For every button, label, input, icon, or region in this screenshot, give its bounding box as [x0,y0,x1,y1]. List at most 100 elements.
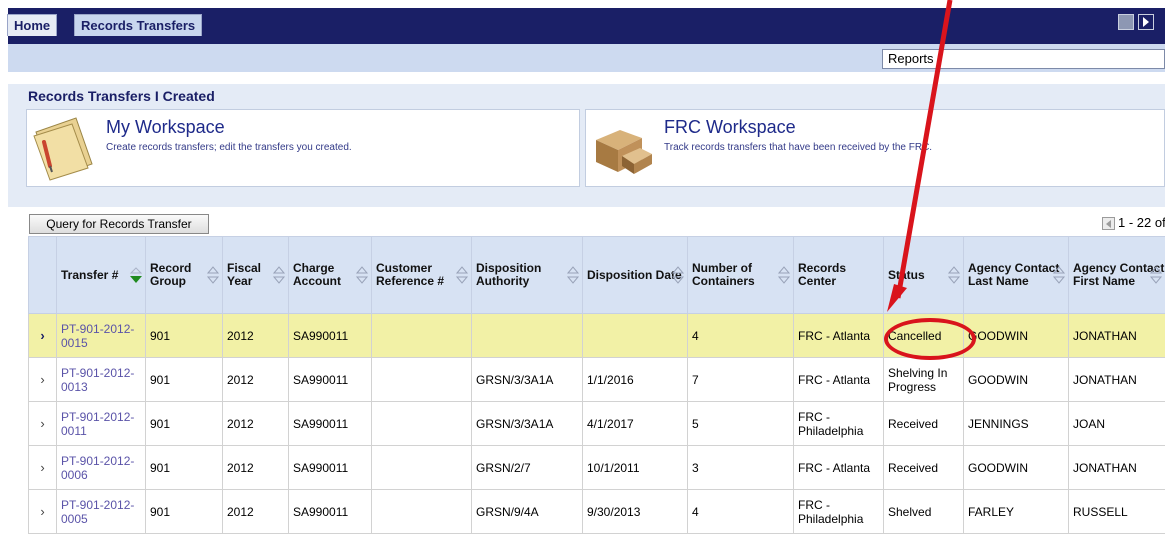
header-disposition-date[interactable]: Disposition Date [583,237,688,314]
transfer-link[interactable]: PT-901-2012-0005 [61,498,134,526]
workspace-section-title: Records Transfers I Created [28,88,215,104]
cell-status: Shelved [884,490,964,534]
header-label: Transfer # [61,268,118,282]
cell-disposition-date: 9/30/2013 [583,490,688,534]
grid-icon[interactable] [1118,14,1134,30]
sort-icon[interactable] [272,265,286,285]
cell-fiscal-year: 2012 [223,490,289,534]
sort-icon[interactable] [206,265,220,285]
pager-status: 1 - 22 of 22 [1118,215,1165,230]
sort-desc-active-icon[interactable] [129,265,143,285]
row-expand-icon[interactable]: › [29,446,57,490]
cell-customer-reference [372,358,472,402]
header-label: Fiscal Year [227,261,261,288]
reports-select[interactable]: Reports [882,49,1165,69]
cell-disposition-date: 1/1/2016 [583,358,688,402]
header-label: Charge Account [293,261,341,288]
cell-contact-first-name: RUSSELL [1069,490,1165,534]
cell-disposition-date: 10/1/2011 [583,446,688,490]
cell-fiscal-year: 2012 [223,446,289,490]
cell-fiscal-year: 2012 [223,314,289,358]
cell-transfer-number[interactable]: PT-901-2012-0006 [57,446,146,490]
pager-prev-icon[interactable] [1102,217,1115,230]
header-label: Agency Contact Last Name [968,261,1059,288]
tab-records-transfers[interactable]: Records Transfers [74,14,202,36]
tab-home[interactable]: Home [7,14,57,36]
header-fiscal-year[interactable]: Fiscal Year [223,237,289,314]
cell-disposition-authority: GRSN/9/4A [472,490,583,534]
table-row[interactable]: › PT-901-2012-0005 901 2012 SA990011 GRS… [29,490,1165,534]
header-label: Disposition Date [587,268,682,282]
header-agency-contact-last-name[interactable]: Agency Contact Last Name [964,237,1069,314]
cell-status: Shelving In Progress [884,358,964,402]
cell-customer-reference [372,446,472,490]
sort-icon[interactable] [455,265,469,285]
folder-pencil-icon [30,112,96,182]
sort-icon[interactable] [671,265,685,285]
frc-workspace-link[interactable]: FRC Workspace [664,117,796,138]
cell-customer-reference [372,314,472,358]
cell-number-of-containers: 5 [688,402,794,446]
cell-contact-first-name: JOAN [1069,402,1165,446]
header-customer-reference[interactable]: Customer Reference # [372,237,472,314]
sort-icon[interactable] [777,265,791,285]
query-records-transfer-button[interactable]: Query for Records Transfer [29,214,209,234]
cell-contact-first-name: JONATHAN [1069,446,1165,490]
my-workspace-description: Create records transfers; edit the trans… [106,142,352,153]
play-icon[interactable] [1138,14,1154,30]
cell-customer-reference [372,402,472,446]
row-expand-icon[interactable]: › [29,490,57,534]
transfer-link[interactable]: PT-901-2012-0015 [61,322,134,350]
transfer-link[interactable]: PT-901-2012-0006 [61,454,134,482]
cell-fiscal-year: 2012 [223,358,289,402]
cell-charge-account: SA990011 [289,490,372,534]
cell-number-of-containers: 4 [688,314,794,358]
row-expand-icon[interactable]: › [29,314,57,358]
header-number-of-containers[interactable]: Number of Containers [688,237,794,314]
header-record-group[interactable]: Record Group [146,237,223,314]
cell-contact-first-name: JONATHAN [1069,314,1165,358]
header-charge-account[interactable]: Charge Account [289,237,372,314]
header-records-center[interactable]: Records Center [794,237,884,314]
cell-fiscal-year: 2012 [223,402,289,446]
cell-transfer-number[interactable]: PT-901-2012-0005 [57,490,146,534]
sort-icon[interactable] [566,265,580,285]
header-label: Status [888,268,925,282]
table-row[interactable]: › PT-901-2012-0006 901 2012 SA990011 GRS… [29,446,1165,490]
cell-disposition-authority: GRSN/3/3A1A [472,358,583,402]
header-label: Customer Reference # [376,261,444,288]
cell-customer-reference [372,490,472,534]
cell-disposition-date: 4/1/2017 [583,402,688,446]
cell-record-group: 901 [146,358,223,402]
sort-icon[interactable] [1052,265,1066,285]
cell-number-of-containers: 3 [688,446,794,490]
header-label: Record Group [150,261,191,288]
table-row-selected[interactable]: › PT-901-2012-0015 901 2012 SA990011 4 F… [29,314,1165,358]
cell-number-of-containers: 7 [688,358,794,402]
cell-transfer-number[interactable]: PT-901-2012-0013 [57,358,146,402]
transfer-link[interactable]: PT-901-2012-0013 [61,366,134,394]
header-label: Disposition Authority [476,261,541,288]
cell-contact-last-name: GOODWIN [964,446,1069,490]
header-status[interactable]: Status [884,237,964,314]
header-disposition-authority[interactable]: Disposition Authority [472,237,583,314]
sort-icon[interactable] [947,265,961,285]
row-expand-icon[interactable]: › [29,358,57,402]
cell-contact-last-name: JENNINGS [964,402,1069,446]
cell-transfer-number[interactable]: PT-901-2012-0015 [57,314,146,358]
transfer-link[interactable]: PT-901-2012-0011 [61,410,134,438]
header-selector [29,237,57,314]
sort-icon[interactable] [355,265,369,285]
header-transfer-number[interactable]: Transfer # [57,237,146,314]
cell-records-center: FRC - Atlanta [794,358,884,402]
table-row[interactable]: › PT-901-2012-0011 901 2012 SA990011 GRS… [29,402,1165,446]
cell-records-center: FRC - Atlanta [794,446,884,490]
cell-disposition-date [583,314,688,358]
cell-transfer-number[interactable]: PT-901-2012-0011 [57,402,146,446]
cell-charge-account: SA990011 [289,358,372,402]
sort-icon[interactable] [1149,265,1163,285]
my-workspace-link[interactable]: My Workspace [106,117,225,138]
row-expand-icon[interactable]: › [29,402,57,446]
header-agency-contact-first-name[interactable]: Agency Contact First Name [1069,237,1165,314]
table-row[interactable]: › PT-901-2012-0013 901 2012 SA990011 GRS… [29,358,1165,402]
